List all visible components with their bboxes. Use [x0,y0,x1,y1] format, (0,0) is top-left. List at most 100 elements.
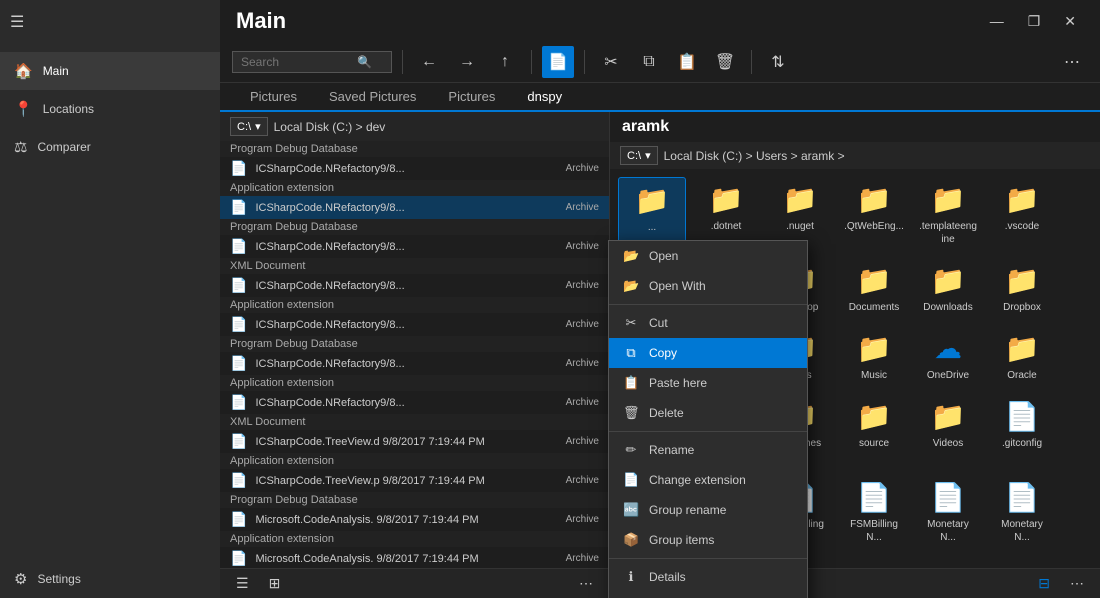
delete-button[interactable]: 🗑 [709,46,741,78]
grid-item-monetaryn2[interactable]: 📄 Monetary N... [988,475,1056,550]
tab-pictures-2[interactable]: Pictures [434,83,509,112]
paste-icon: 📋 [623,375,639,391]
left-panel: C:\ ▾ Local Disk (C:) > dev Program Debu… [220,112,610,598]
grid-item-onedrive[interactable]: ☁ OneDrive [914,326,982,388]
file-icon: 📄 [230,238,247,255]
sidebar-item-main[interactable]: 🏠 Main [0,52,220,90]
file-group-header: Application extension [220,453,609,469]
folder-icon: 📁 [931,183,966,216]
right-tile-view-button[interactable]: ⊟ [1032,573,1056,594]
grid-item-monetaryn1[interactable]: 📄 Monetary N... [914,475,982,550]
file-name: Microsoft.CodeAnalysis. 9/8/2017 7:19:44… [255,553,557,565]
grid-label: ... [648,221,656,234]
sidebar-item-comparer[interactable]: ⚖ Comparer [0,128,220,166]
ctx-open[interactable]: 📂 Open [609,241,807,271]
grid-label: OneDrive [927,369,969,382]
ctx-delete[interactable]: 🗑 Delete [609,398,807,428]
ctx-change-ext[interactable]: 📄 Change extension [609,465,807,495]
tab-pictures-1[interactable]: Pictures [236,83,311,112]
list-item[interactable]: 📄 ICSharpCode.TreeView.p 9/8/2017 7:19:4… [220,469,609,492]
grid-item-downloads[interactable]: 📁 Downloads [914,258,982,320]
search-box[interactable]: 🔍 [232,51,392,73]
ctx-change-ext-label: Change extension [649,473,746,487]
grid-item-documents[interactable]: 📁 Documents [840,258,908,320]
list-item[interactable]: 📄 Microsoft.CodeAnalysis. 9/8/2017 7:19:… [220,547,609,568]
file-icon: 📄 [230,316,247,333]
new-item-button[interactable]: 📄 [542,46,574,78]
paste-button[interactable]: 📋 [671,46,703,78]
file-name: ICSharpCode.NRefactory9/8... [255,280,557,292]
grid-view-button[interactable]: ⊞ [263,573,287,594]
list-item[interactable]: 📄 ICSharpCode.NRefactory9/8... Archive [220,196,609,219]
file-icon: 📄 [230,472,247,489]
list-view-button[interactable]: ☰ [230,573,255,594]
toolbar: 🔍 ← → ↑ 📄 ✂ ⧉ 📋 🗑 ⇅ ⋯ [220,42,1100,83]
list-item[interactable]: 📄 ICSharpCode.NRefactory9/8... Archive [220,352,609,375]
grid-item-source[interactable]: 📁 source [840,394,908,469]
more-button[interactable]: ⋯ [1056,46,1088,78]
forward-button[interactable]: → [451,46,483,78]
sidebar-header: ☰ [0,0,220,44]
ctx-delete-label: Delete [649,406,684,420]
grid-item-dropbox[interactable]: 📁 Dropbox [988,258,1056,320]
search-input[interactable] [241,55,351,69]
grid-item-fsmbillingn[interactable]: 📄 FSMBilling N... [840,475,908,550]
file-tag: Archive [566,358,599,369]
grid-label: Documents [849,301,900,314]
right-drive-dropdown[interactable]: C:\ ▾ [620,146,658,165]
minimize-button[interactable]: — [982,11,1012,32]
ctx-paste-here[interactable]: 📋 Paste here [609,368,807,398]
up-button[interactable]: ↑ [489,46,521,78]
grid-item-videos[interactable]: 📁 Videos [914,394,982,469]
maximize-button[interactable]: ❐ [1020,11,1049,32]
hamburger-icon[interactable]: ☰ [10,12,24,32]
sidebar-item-locations[interactable]: 📍 Locations [0,90,220,128]
grid-label: Music [861,369,887,382]
ctx-group-rename[interactable]: 🔤 Group rename [609,495,807,525]
list-item[interactable]: 📄 ICSharpCode.NRefactory9/8... Archive [220,235,609,258]
ctx-details[interactable]: ℹ Details [609,562,807,592]
file-group-header: Application extension [220,531,609,547]
close-button[interactable]: ✕ [1056,11,1084,32]
list-item[interactable]: 📄 ICSharpCode.NRefactory9/8... Archive [220,391,609,414]
ctx-cut-label: Cut [649,316,668,330]
file-tag: Archive [566,436,599,447]
grid-item-music[interactable]: 📁 Music [840,326,908,388]
ctx-group-items[interactable]: 📦 Group items [609,525,807,555]
right-more-options-button[interactable]: ⋯ [1064,573,1090,594]
back-button[interactable]: ← [413,46,445,78]
list-item[interactable]: 📄 ICSharpCode.NRefactory9/8... Archive [220,313,609,336]
sidebar: ☰ 🏠 Main 📍 Locations ⚖ Comparer ⚙ Settin… [0,0,220,598]
left-drive-dropdown[interactable]: C:\ ▾ [230,117,268,136]
sidebar-item-label: Locations [43,102,94,116]
ctx-open-with[interactable]: 📂 Open With [609,271,807,301]
copy-button[interactable]: ⧉ [633,46,665,78]
grid-item-qtwebeng[interactable]: 📁 .QtWebEng... [840,177,908,252]
list-item[interactable]: 📄 ICSharpCode.TreeView.d 9/8/2017 7:19:4… [220,430,609,453]
list-item[interactable]: 📄 Microsoft.CodeAnalysis. 9/8/2017 7:19:… [220,508,609,531]
more-options-button[interactable]: ⋯ [573,573,599,594]
grid-item-oracle[interactable]: 📁 Oracle [988,326,1056,388]
ctx-copy[interactable]: ⧉ Copy [609,338,807,368]
ctx-new-folder[interactable]: 📁 New folder [609,592,807,598]
ctx-rename[interactable]: ✏ Rename [609,435,807,465]
grid-item-vscode[interactable]: 📁 .vscode [988,177,1056,252]
cut-button[interactable]: ✂ [595,46,627,78]
file-tag: Archive [566,280,599,291]
left-file-list[interactable]: Program Debug Database 📄 ICSharpCode.NRe… [220,141,609,568]
file-name: ICSharpCode.NRefactory9/8... [255,241,557,253]
grid-label: .gitconfig [1002,437,1042,450]
rename-icon: ✏ [623,442,639,458]
file-tag: Archive [566,202,599,213]
tab-dnspy[interactable]: dnspy [513,83,576,112]
grid-item-gitconfig[interactable]: 📄 .gitconfig [988,394,1056,469]
sidebar-footer-settings[interactable]: ⚙ Settings [0,560,220,598]
list-item[interactable]: 📄 ICSharpCode.NRefactory9/8... Archive [220,274,609,297]
ctx-cut[interactable]: ✂ Cut [609,308,807,338]
file-tag: Archive [566,553,599,564]
list-item[interactable]: 📄 ICSharpCode.NRefactory9/8... Archive [220,157,609,180]
file-doc-icon: 📄 [931,481,966,514]
grid-item-templateengine[interactable]: 📁 .templateengine [914,177,982,252]
tab-saved-pictures[interactable]: Saved Pictures [315,83,430,112]
sort-button[interactable]: ⇅ [762,46,794,78]
